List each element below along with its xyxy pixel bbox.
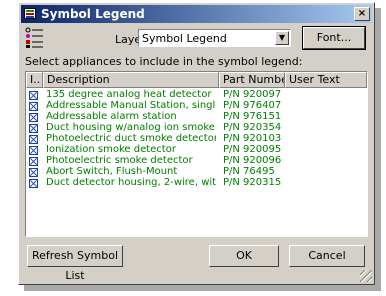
include-checkbox[interactable]	[29, 168, 38, 177]
legend-icon	[25, 27, 43, 48]
refresh-symbol-list-button[interactable]: Refresh Symbol List	[27, 245, 123, 282]
column-header-description[interactable]: Description	[43, 72, 219, 88]
column-header-user-text[interactable]: User Text	[285, 72, 367, 88]
include-checkbox[interactable]	[29, 135, 38, 144]
include-checkbox[interactable]	[29, 146, 38, 155]
appliance-list[interactable]: I.. Description Part Number User Text 13…	[25, 71, 368, 237]
include-checkbox[interactable]	[29, 124, 38, 133]
cancel-button[interactable]: Cancel	[289, 245, 365, 267]
chevron-down-icon[interactable]: ▼	[275, 31, 289, 45]
resize-grip-icon[interactable]	[360, 270, 372, 282]
layer-select[interactable]: Symbol Legend ▼	[138, 29, 291, 47]
include-checkbox[interactable]	[29, 113, 38, 122]
ok-button[interactable]: OK	[209, 245, 279, 267]
include-checkbox[interactable]	[29, 157, 38, 166]
layer-select-value: Symbol Legend	[142, 32, 227, 45]
close-button[interactable]: ×	[354, 7, 370, 21]
include-checkbox[interactable]	[29, 91, 38, 100]
app-icon	[24, 8, 36, 19]
description-cell: Duct detector housing, 2-wire, with io..…	[46, 177, 216, 188]
title-bar[interactable]: Symbol Legend ×	[21, 5, 372, 23]
include-checkbox[interactable]	[29, 179, 38, 188]
part-number-cell: P/N 920315	[223, 177, 282, 188]
symbol-legend-dialog: Symbol Legend × Layer: Symbol Legend ▼ F…	[18, 2, 375, 285]
font-button[interactable]: Font...	[302, 26, 366, 50]
table-row[interactable]: Duct detector housing, 2-wire, with io..…	[26, 177, 366, 189]
window-title: Symbol Legend	[41, 7, 145, 21]
column-header-include[interactable]: I..	[26, 72, 43, 88]
include-checkbox[interactable]	[29, 102, 38, 111]
column-header-part-number[interactable]: Part Number	[219, 72, 285, 88]
instructions-label: Select appliances to include in the symb…	[25, 55, 303, 68]
